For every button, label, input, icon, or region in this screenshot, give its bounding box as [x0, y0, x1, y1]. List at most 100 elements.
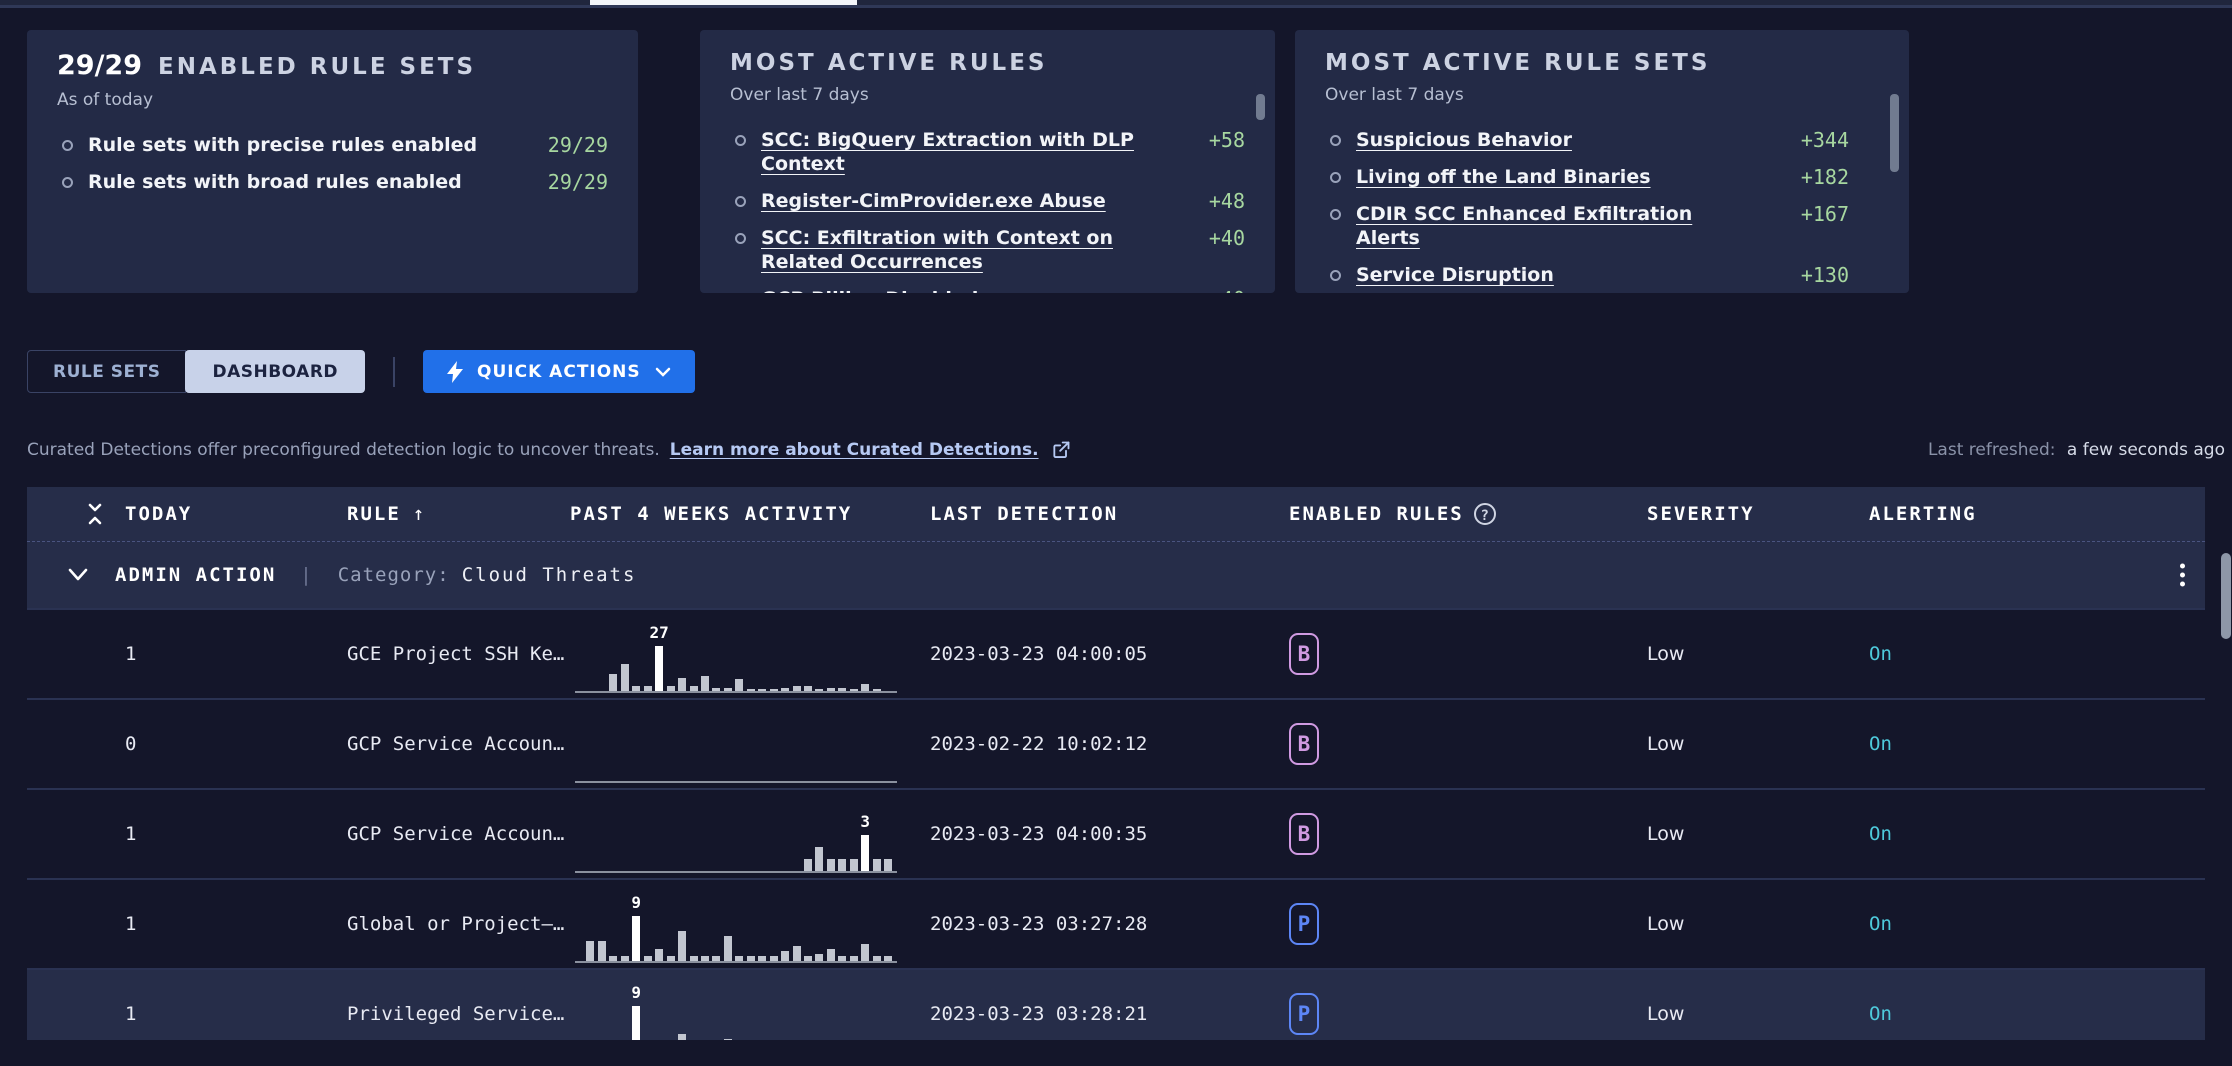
column-header-alerting[interactable]: ALERTING [1869, 503, 2205, 525]
spark-bar [815, 689, 823, 691]
scrollbar-thumb[interactable] [1890, 94, 1899, 172]
rule-link[interactable]: Register-CimProvider.exe Abuse [761, 189, 1173, 213]
alerting-status[interactable]: On [1869, 823, 2205, 845]
spark-bar [804, 686, 812, 691]
rule-link[interactable]: SCC: Exfiltration with Context on Relate… [761, 226, 1173, 274]
severity: Low [1647, 643, 1869, 665]
card-list-item: SCC: Exfiltration with Context on Relate… [730, 226, 1245, 274]
alerting-status[interactable]: On [1869, 733, 2205, 755]
spark-peak-value: 9 [631, 983, 641, 1002]
card-list-item: Rule sets with precise rules enabled29/2… [57, 133, 608, 157]
table-row[interactable]: 1Global or Project–…92023-03-23 03:27:28… [27, 878, 2205, 968]
rule-link[interactable]: CDIR SCC Enhanced Exfiltration Alerts [1356, 202, 1777, 250]
last-detection: 2023-03-23 03:28:21 [930, 1003, 1289, 1025]
rule-link[interactable]: Living off the Land Binaries [1356, 165, 1777, 189]
spark-bar [678, 931, 686, 961]
learn-more-link[interactable]: Learn more about Curated Detections. [670, 440, 1039, 460]
enabled-rules-badge[interactable]: B [1289, 633, 1319, 675]
activity-cell: 27 [570, 610, 930, 698]
active-tab-indicator[interactable] [590, 0, 857, 5]
rule-link[interactable]: Suspicious Behavior [1356, 128, 1777, 152]
activity-sparkline: 3 [575, 790, 897, 878]
rule-link[interactable]: GCP Billing Disabled [761, 287, 1173, 293]
table-row[interactable]: 1GCP Service Accoun…32023-03-23 04:00:35… [27, 788, 2205, 878]
spark-bar [873, 859, 881, 871]
activity-sparkline [575, 700, 897, 788]
bullet-icon [1330, 209, 1341, 220]
metric-value: 29/29 [536, 133, 608, 157]
spark-bar [804, 956, 812, 961]
sparkline-baseline [575, 691, 897, 693]
spark-bar [781, 688, 789, 691]
chevron-down-icon[interactable] [67, 568, 89, 582]
spark-bar [873, 689, 881, 691]
bullet-icon [735, 135, 746, 146]
spark-bar [838, 859, 846, 871]
spark-bar [793, 946, 801, 961]
view-switcher: RULE SETS DASHBOARD [27, 350, 365, 393]
rule-name: Privileged Service… [347, 1003, 570, 1025]
spark-bar [712, 956, 720, 961]
enabled-rules-cell: B [1289, 813, 1647, 855]
browser-tab-strip [0, 0, 2232, 5]
tab-dashboard[interactable]: DASHBOARD [185, 350, 365, 393]
spark-bar [621, 956, 629, 961]
category-label: Category: [338, 564, 450, 586]
spark-bar [690, 686, 698, 691]
activity-cell [570, 700, 930, 788]
external-link-icon[interactable] [1051, 440, 1071, 460]
top-divider [0, 5, 2232, 8]
enabled-rules-badge[interactable]: B [1289, 723, 1319, 765]
tab-rule-sets[interactable]: RULE SETS [27, 350, 186, 393]
column-header-activity[interactable]: PAST 4 WEEKS ACTIVITY [570, 503, 930, 525]
alerting-status[interactable]: On [1869, 1003, 2205, 1025]
scrollbar-thumb[interactable] [1256, 94, 1265, 120]
spark-bar [609, 674, 617, 691]
toolbar: RULE SETS DASHBOARD QUICK ACTIONS [27, 350, 2205, 393]
column-header-rule[interactable]: RULE ↑ [347, 503, 570, 525]
rule-name: Global or Project–… [347, 913, 570, 935]
description-row: Curated Detections offer preconfigured d… [27, 440, 2225, 460]
kebab-menu-icon[interactable] [2174, 558, 2191, 593]
spark-bar [621, 664, 629, 691]
enabled-rules-badge[interactable]: P [1289, 993, 1319, 1035]
column-header-last-detection[interactable]: LAST DETECTION [930, 503, 1289, 525]
severity: Low [1647, 913, 1869, 935]
table-row[interactable]: 1GCE Project SSH Ke…272023-03-23 04:00:0… [27, 608, 2205, 698]
table-row[interactable]: 0GCP Service Accoun…2023-02-22 10:02:12B… [27, 698, 2205, 788]
help-icon[interactable]: ? [1474, 503, 1496, 525]
quick-actions-button[interactable]: QUICK ACTIONS [423, 350, 695, 393]
page-scrollbar-thumb[interactable] [2221, 553, 2231, 639]
summary-cards: 29/29 ENABLED RULE SETS As of today Rule… [27, 30, 2205, 293]
alerting-status[interactable]: On [1869, 913, 2205, 935]
enabled-rules-cell: B [1289, 723, 1647, 765]
spark-bar [815, 954, 823, 962]
spark-bar [850, 956, 858, 961]
rule-set-section-header[interactable]: ADMIN ACTION | Category: Cloud Threats [27, 542, 2205, 608]
last-detection: 2023-02-22 10:02:12 [930, 733, 1289, 755]
table-row[interactable]: 1Privileged Service…92023-03-23 03:28:21… [27, 968, 2205, 1040]
card-list-item: Rule sets with broad rules enabled29/29 [57, 170, 608, 194]
metric-label: Rule sets with broad rules enabled [88, 170, 536, 194]
today-count: 0 [125, 733, 347, 755]
spark-bar [712, 688, 720, 691]
column-header-today[interactable]: TODAY [125, 503, 347, 525]
card-title: MOST ACTIVE RULES [730, 50, 1047, 76]
rule-link[interactable]: Service Disruption [1356, 263, 1777, 287]
card-title: ENABLED RULE SETS [158, 54, 476, 80]
column-header-enabled-rules[interactable]: ENABLED RULES ? [1289, 503, 1647, 525]
enabled-rules-badge[interactable]: B [1289, 813, 1319, 855]
rule-name: GCP Service Accoun… [347, 823, 570, 845]
enabled-rules-badge[interactable]: P [1289, 903, 1319, 945]
card-list-item: GCP Billing Disabled+40 [730, 287, 1245, 293]
rule-link[interactable]: SCC: BigQuery Extraction with DLP Contex… [761, 128, 1173, 176]
alerting-status[interactable]: On [1869, 643, 2205, 665]
spark-bar [632, 1006, 640, 1040]
enabled-rules-cell: P [1289, 903, 1647, 945]
enabled-rules-cell: B [1289, 633, 1647, 675]
collapse-all-icon[interactable] [85, 502, 105, 526]
spark-bar [758, 689, 766, 691]
column-header-severity[interactable]: SEVERITY [1647, 503, 1869, 525]
chevron-down-icon [655, 367, 671, 377]
spark-bar [838, 956, 846, 961]
